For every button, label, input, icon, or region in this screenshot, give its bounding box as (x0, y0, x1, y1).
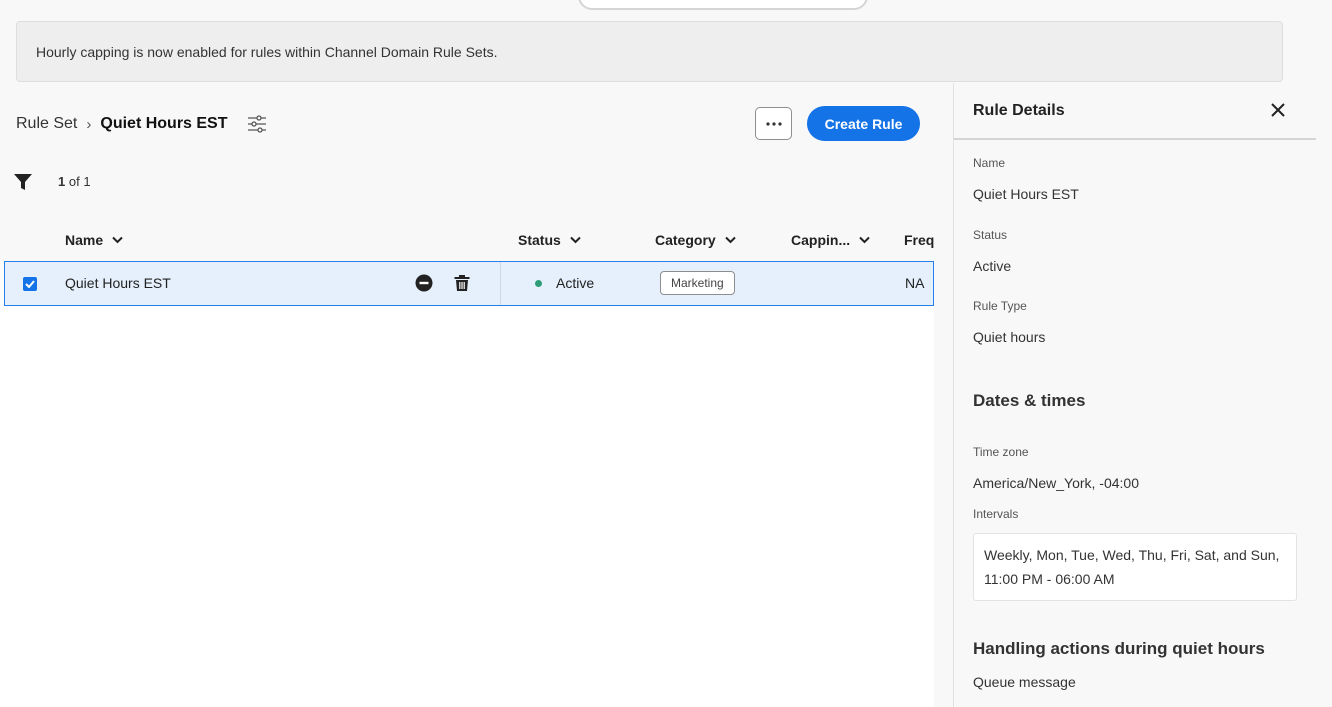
rule-details-panel: Rule Details Name Quiet Hours EST Status… (953, 83, 1332, 707)
chevron-down-icon (724, 236, 736, 244)
table-header: Name Status Category Cappin... Freq (0, 219, 934, 261)
column-header-status[interactable]: Status (518, 232, 581, 248)
status-indicator (535, 280, 542, 287)
dates-times-heading: Dates & times (973, 391, 1086, 410)
breadcrumb-current: Quiet Hours EST (100, 115, 228, 132)
breadcrumb: Rule Set › Quiet Hours EST (16, 114, 268, 134)
chevron-down-icon (570, 236, 581, 244)
panel-title: Rule Details (973, 102, 1065, 119)
timezone-label: Time zone (973, 445, 1029, 459)
name-label: Name (973, 156, 1006, 170)
top-search-pill[interactable] (578, 0, 868, 10)
checkmark-icon (25, 280, 35, 288)
status-value: Active (973, 258, 1012, 274)
handling-heading: Handling actions during quiet hours (973, 639, 1265, 658)
chevron-down-icon (112, 236, 123, 244)
banner-text: Hourly capping is now enabled for rules … (36, 44, 498, 60)
status-label: Status (973, 228, 1008, 242)
more-icon (765, 121, 782, 126)
chevron-down-icon (859, 236, 870, 244)
close-icon[interactable] (1271, 103, 1285, 117)
breadcrumb-root[interactable]: Rule Set (16, 115, 77, 133)
intervals-value: Weekly, Mon, Tue, Wed, Thu, Fri, Sat, an… (973, 533, 1297, 601)
column-header-category[interactable]: Category (655, 232, 736, 248)
trash-icon[interactable] (453, 274, 471, 292)
settings-sliders-icon[interactable] (246, 114, 268, 134)
filter-icon[interactable] (13, 172, 33, 192)
rule-type-label: Rule Type (973, 299, 1027, 313)
results-count: 1 of 1 (58, 174, 91, 189)
table-row[interactable]: Quiet Hours EST Active Marketing NA (4, 261, 934, 306)
results-current: 1 (58, 174, 66, 189)
name-value: Quiet Hours EST (973, 186, 1079, 202)
category-tag: Marketing (660, 271, 735, 295)
column-header-name[interactable]: Name (65, 232, 123, 248)
handling-value: Queue message (973, 674, 1076, 690)
rule-type-value: Quiet hours (973, 329, 1046, 345)
remove-circle-icon[interactable] (415, 274, 433, 292)
rules-table: Name Status Category Cappin... Freq Quie… (0, 219, 934, 707)
timezone-value: America/New_York, -04:00 (973, 475, 1140, 491)
column-header-capping[interactable]: Cappin... (791, 232, 870, 248)
intervals-label: Intervals (973, 507, 1019, 521)
row-checkbox[interactable] (23, 277, 37, 291)
create-rule-button[interactable]: Create Rule (807, 106, 920, 141)
panel-divider (954, 138, 1316, 140)
intervals-line-1: Weekly, Mon, Tue, Wed, Thu, Fri, Sat, an… (984, 547, 1280, 563)
info-banner: Hourly capping is now enabled for rules … (16, 21, 1283, 82)
row-frequency: NA (905, 275, 925, 291)
more-actions-button[interactable] (755, 107, 792, 140)
column-divider (500, 262, 501, 305)
breadcrumb-separator: › (86, 115, 92, 133)
column-header-frequency[interactable]: Freq (904, 232, 934, 248)
results-total: of 1 (68, 174, 91, 189)
intervals-line-2: 11:00 PM - 06:00 AM (984, 571, 1115, 587)
row-name[interactable]: Quiet Hours EST (65, 275, 171, 291)
row-status: Active (556, 275, 595, 291)
